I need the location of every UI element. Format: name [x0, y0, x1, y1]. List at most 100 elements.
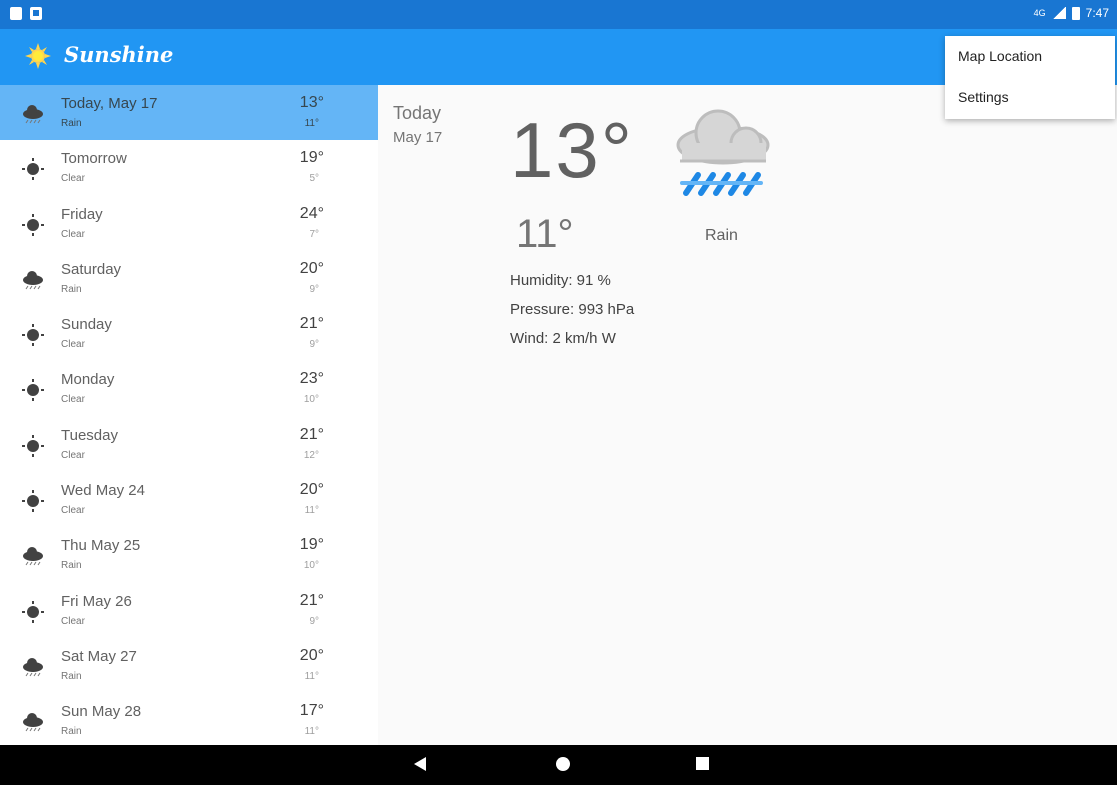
forecast-low: 11°	[304, 726, 319, 738]
forecast-low: 9°	[309, 615, 319, 627]
notification-a-icon	[30, 7, 42, 20]
rain-icon	[23, 547, 43, 566]
forecast-high: 23°	[299, 370, 324, 388]
forecast-low: 10°	[303, 560, 319, 572]
rain-icon	[23, 657, 43, 677]
forecast-description: Clear	[61, 339, 85, 351]
rain-icon	[23, 105, 43, 124]
forecast-row[interactable]: Friday Clear 24° 7°	[0, 196, 378, 251]
navigation-bar	[0, 745, 1117, 785]
signal-icon	[1051, 7, 1066, 19]
forecast-low: 9°	[309, 283, 319, 295]
clear-icon	[22, 600, 44, 623]
forecast-list[interactable]: Today, May 17 Rain 13° 11° Tomorrow Clear 19° 5…	[0, 85, 378, 745]
forecast-row[interactable]: Tuesday Clear 21° 12°	[0, 417, 378, 472]
forecast-high: 24°	[299, 204, 324, 222]
detail-day: Today	[393, 103, 442, 123]
status-bar: 4G 7:47	[0, 0, 1117, 29]
clear-icon	[22, 213, 44, 236]
forecast-description: Rain	[61, 118, 82, 129]
forecast-low: 9°	[309, 339, 319, 351]
clear-icon	[22, 434, 44, 457]
network-label: 4G	[1033, 8, 1046, 18]
battery-icon	[1071, 6, 1080, 20]
clear-icon	[22, 490, 44, 513]
forecast-row[interactable]: Saturday Rain 20° 9°	[0, 251, 378, 306]
app-title: Sunshine	[64, 42, 174, 67]
forecast-high: 21°	[299, 315, 324, 333]
sun-icon	[25, 43, 51, 69]
clear-icon	[22, 158, 44, 181]
forecast-row[interactable]: Fri May 26 Clear 21° 9°	[0, 583, 378, 638]
clear-icon	[22, 324, 44, 347]
back-icon[interactable]	[414, 757, 426, 771]
detail-pane: Today May 17 13° 11° Rain Humidity: 91 %	[378, 85, 1117, 745]
forecast-low: 11°	[304, 505, 319, 517]
forecast-description: Clear	[61, 394, 85, 406]
forecast-high: 21°	[299, 425, 324, 443]
forecast-low: 11°	[304, 118, 319, 129]
forecast-description: Rain	[61, 283, 82, 295]
wind-text: Wind: 2 km/h W	[510, 330, 616, 347]
recents-icon[interactable]	[696, 757, 709, 770]
status-time: 7:47	[1085, 6, 1109, 20]
rain-art-icon	[676, 109, 770, 196]
forecast-description: Rain	[61, 670, 82, 682]
forecast-high: 19°	[299, 149, 324, 167]
forecast-description: Clear	[61, 173, 85, 185]
forecast-row[interactable]: Wed May 24 Clear 20° 11°	[0, 472, 378, 527]
menu-item-settings[interactable]: Settings	[945, 77, 1115, 118]
forecast-day: Friday	[61, 205, 103, 223]
forecast-day: Saturday	[61, 260, 122, 278]
detail-low-temp: 11°	[516, 212, 574, 256]
forecast-day: Today, May 17	[61, 95, 158, 112]
forecast-row[interactable]: Sun May 28 Rain 17° 11°	[0, 693, 378, 745]
forecast-low: 5°	[309, 173, 319, 185]
home-icon[interactable]	[556, 757, 570, 771]
menu-item-map-location[interactable]: Map Location	[945, 36, 1115, 77]
forecast-description: Rain	[61, 560, 82, 572]
overflow-menu: Map Location Settings	[945, 36, 1115, 119]
forecast-description: Clear	[61, 228, 85, 240]
forecast-low: 10°	[303, 394, 319, 406]
forecast-description: Clear	[61, 505, 85, 517]
forecast-high: 17°	[299, 702, 324, 720]
forecast-high: 19°	[299, 536, 324, 554]
forecast-day: Tuesday	[61, 426, 118, 444]
sd-card-icon	[10, 7, 22, 20]
forecast-high: 20°	[299, 481, 324, 499]
forecast-day: Sunday	[61, 316, 112, 334]
forecast-row[interactable]: Sunday Clear 21° 9°	[0, 306, 378, 361]
pressure-text: Pressure: 993 hPa	[510, 301, 635, 318]
forecast-day: Thu May 25	[61, 537, 141, 555]
rain-icon	[23, 713, 43, 732]
forecast-low: 12°	[303, 449, 319, 461]
forecast-row[interactable]: Sat May 27 Rain 20° 11°	[0, 638, 378, 693]
forecast-description: Clear	[61, 615, 85, 627]
screen: 4G 7:47 Sunshine Today, May 17 Rain 13° 1	[0, 0, 1117, 785]
rain-icon	[23, 270, 43, 290]
forecast-low: 7°	[309, 228, 319, 240]
forecast-low: 11°	[304, 670, 319, 682]
forecast-row[interactable]: Today, May 17 Rain 13° 11°	[0, 85, 378, 141]
forecast-high: 20°	[299, 259, 324, 277]
forecast-day: Monday	[61, 371, 115, 389]
forecast-high: 21°	[299, 591, 324, 609]
humidity-text: Humidity: 91 %	[510, 272, 611, 289]
forecast-description: Rain	[61, 726, 82, 738]
forecast-day: Fri May 26	[61, 592, 132, 610]
clear-icon	[22, 379, 44, 402]
forecast-day: Wed May 24	[61, 482, 145, 500]
forecast-row[interactable]: Thu May 25 Rain 19° 10°	[0, 527, 378, 582]
forecast-row[interactable]: Monday Clear 23° 10°	[0, 361, 378, 416]
forecast-row[interactable]: Tomorrow Clear 19° 5°	[0, 140, 378, 195]
forecast-day: Sun May 28	[61, 703, 142, 721]
forecast-day: Sat May 27	[61, 647, 137, 665]
forecast-high: 13°	[299, 94, 324, 111]
forecast-description: Clear	[61, 449, 85, 461]
forecast-day: Tomorrow	[61, 150, 127, 168]
forecast-high: 20°	[299, 646, 324, 664]
detail-description: Rain	[705, 227, 738, 244]
detail-date: May 17	[393, 129, 443, 146]
detail-high-temp: 13°	[510, 106, 634, 194]
